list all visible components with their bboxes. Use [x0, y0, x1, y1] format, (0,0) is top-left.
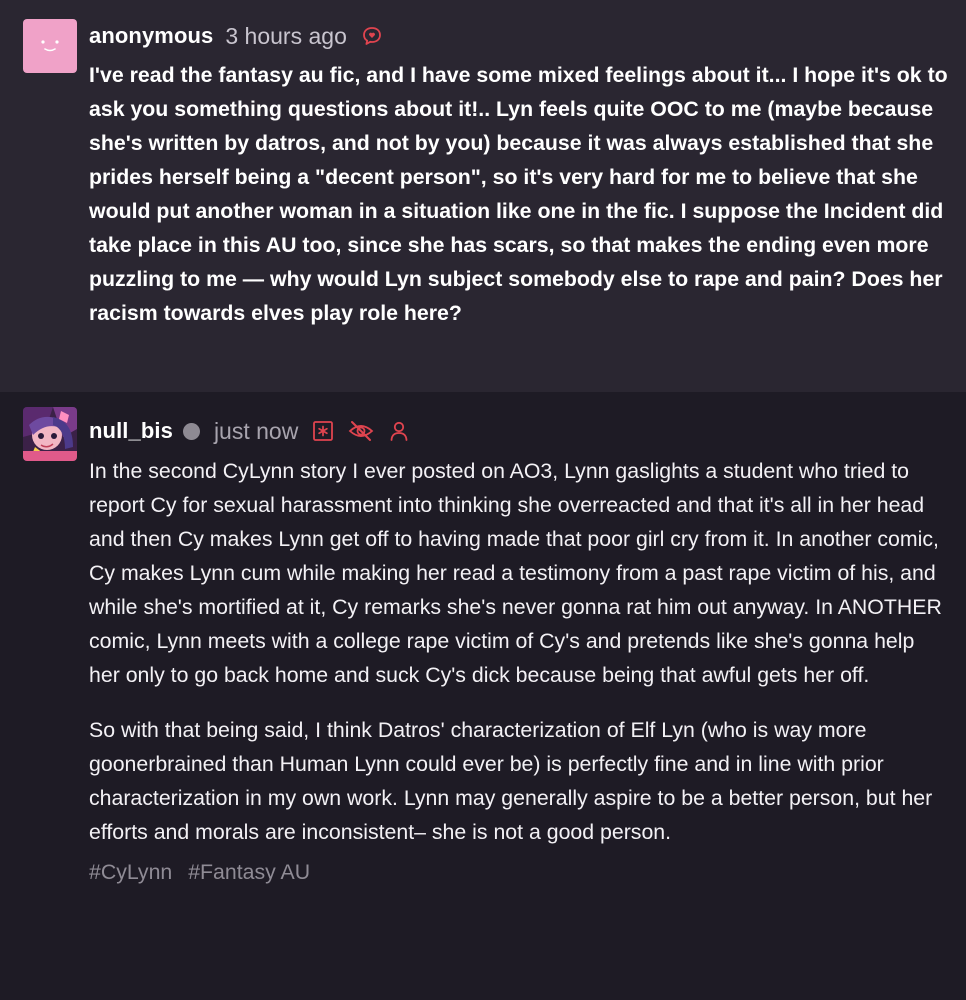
ask-timestamp[interactable]: 3 hours ago [225, 23, 346, 50]
user-avatar[interactable] [23, 407, 77, 461]
avatar-illustration [23, 407, 77, 461]
ask-post: anonymous 3 hours ago I've read the fant… [0, 0, 966, 392]
reply-paragraph: So with that being said, I think Datros'… [89, 718, 933, 844]
tag-list: #CyLynn #Fantasy AU [89, 855, 949, 889]
reply-timestamp[interactable]: just now [214, 418, 298, 445]
status-dot [182, 422, 200, 440]
reply-post: null_bis just now In the second CyLynn s… [0, 392, 966, 1000]
hidden-eye-icon[interactable] [348, 420, 374, 442]
ask-body: I've read the fantasy au fic, and I have… [89, 63, 948, 325]
reply-paragraph: In the second CyLynn story I ever posted… [89, 459, 942, 687]
sensitive-content-icon[interactable] [312, 420, 334, 442]
ask-header: anonymous 3 hours ago [89, 20, 383, 52]
reply-body: In the second CyLynn story I ever posted… [89, 454, 949, 889]
reply-header: null_bis just now [89, 415, 410, 447]
ask-username[interactable]: anonymous [89, 23, 213, 49]
tag[interactable]: #CyLynn [89, 860, 172, 884]
reply-username[interactable]: null_bis [89, 418, 173, 444]
anon-face-icon [41, 40, 59, 52]
person-icon[interactable] [388, 420, 410, 442]
tag[interactable]: #Fantasy AU [188, 860, 310, 884]
anonymous-ask-icon [361, 25, 383, 47]
anonymous-avatar[interactable] [23, 19, 77, 73]
